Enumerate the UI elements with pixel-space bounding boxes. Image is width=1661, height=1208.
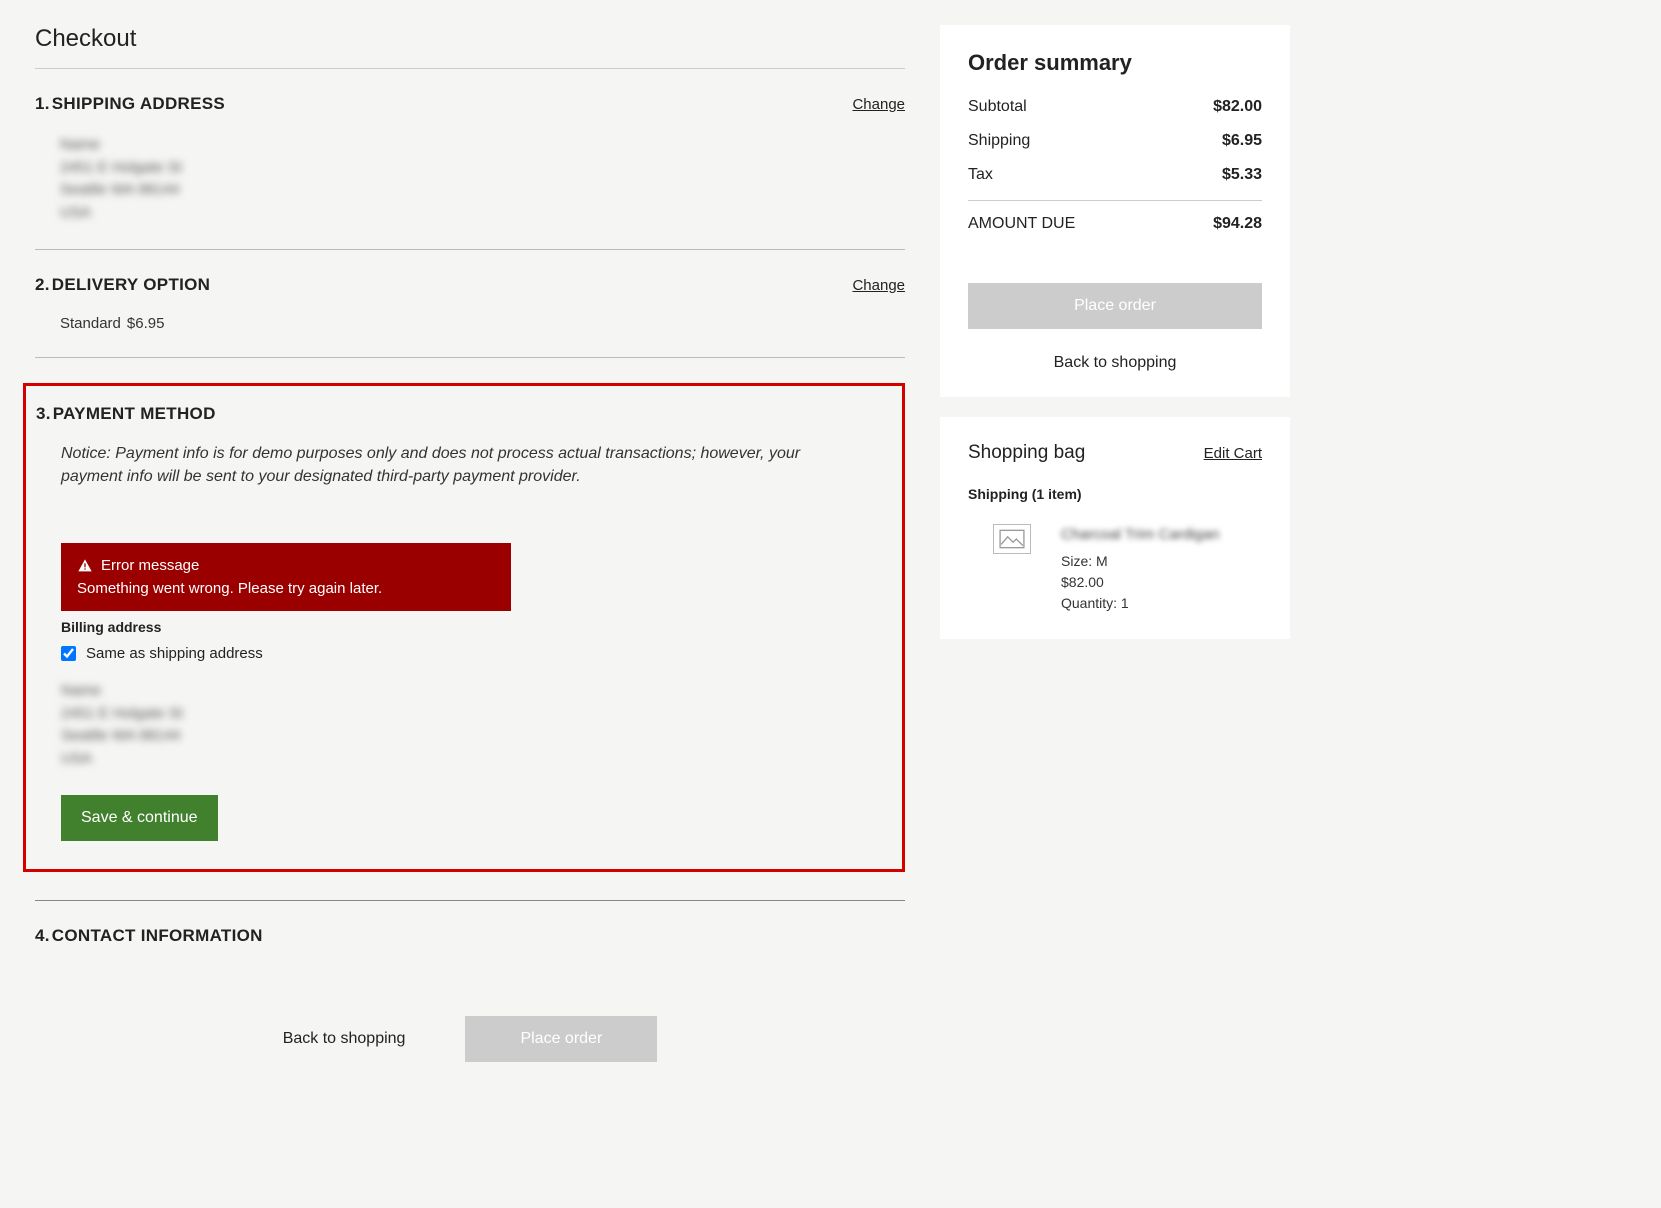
- item-thumbnail: [993, 524, 1031, 554]
- summary-divider: [968, 200, 1262, 201]
- title-divider: [35, 68, 905, 69]
- error-detail: Something went wrong. Please try again l…: [77, 580, 495, 597]
- summary-tax-row: Tax$5.33: [968, 166, 1262, 184]
- error-title: Error message: [101, 557, 199, 574]
- place-order-button-side[interactable]: Place order: [968, 283, 1262, 329]
- same-as-shipping-row[interactable]: Same as shipping address: [61, 645, 874, 662]
- payment-divider: [35, 900, 905, 901]
- change-shipping-link[interactable]: Change: [852, 96, 905, 113]
- shopping-bag-title: Shopping bag: [968, 442, 1085, 464]
- contact-title: 4.CONTACT INFORMATION: [35, 926, 263, 946]
- shopping-bag-card: Shopping bag Edit Cart Shipping (1 item)…: [940, 417, 1290, 639]
- order-summary-title: Order summary: [968, 50, 1262, 76]
- image-placeholder-icon: [999, 529, 1025, 549]
- save-continue-button[interactable]: Save & continue: [61, 795, 218, 841]
- warning-icon: [77, 558, 93, 574]
- payment-error-box: Error message Something went wrong. Plea…: [61, 543, 511, 611]
- back-to-shopping-side[interactable]: Back to shopping: [968, 354, 1262, 372]
- place-order-button-bottom[interactable]: Place order: [465, 1016, 657, 1062]
- item-name: Charcoal Trim Cardigan: [1061, 524, 1219, 547]
- bag-shipping-line: Shipping (1 item): [968, 486, 1262, 502]
- section-shipping: 1.SHIPPING ADDRESS Change Name 2451 E Ho…: [35, 94, 905, 250]
- same-as-shipping-checkbox[interactable]: [61, 646, 76, 661]
- back-to-shopping-link[interactable]: Back to shopping: [283, 1030, 406, 1048]
- bag-item: Charcoal Trim Cardigan Size: M $82.00 Qu…: [968, 524, 1262, 614]
- shipping-address-block: Name 2451 E Holgate St Seattle WA 98144 …: [60, 134, 905, 224]
- same-as-shipping-label: Same as shipping address: [86, 645, 263, 662]
- edit-cart-link[interactable]: Edit Cart: [1204, 445, 1262, 462]
- payment-notice: Notice: Payment info is for demo purpose…: [61, 442, 841, 488]
- payment-title: 3.PAYMENT METHOD: [36, 404, 216, 424]
- section-delivery: 2.DELIVERY OPTION Change Standard$6.95: [35, 275, 905, 358]
- item-qty: Quantity: 1: [1061, 593, 1219, 614]
- item-price: $82.00: [1061, 572, 1219, 593]
- section-payment: 3.PAYMENT METHOD Notice: Payment info is…: [23, 383, 905, 872]
- order-summary-card: Order summary Subtotal$82.00 Shipping$6.…: [940, 25, 1290, 397]
- item-size: Size: M: [1061, 551, 1219, 572]
- shipping-title: 1.SHIPPING ADDRESS: [35, 94, 225, 114]
- summary-total-row: AMOUNT DUE$94.28: [968, 215, 1262, 233]
- delivery-title: 2.DELIVERY OPTION: [35, 275, 210, 295]
- delivery-method: Standard$6.95: [60, 315, 905, 332]
- page-title: Checkout: [35, 25, 905, 53]
- billing-address-label: Billing address: [61, 619, 874, 635]
- bottom-actions: Back to shopping Place order: [35, 1016, 905, 1062]
- billing-address-block: Name 2451 E Holgate St Seattle WA 98144 …: [61, 680, 874, 770]
- summary-shipping-row: Shipping$6.95: [968, 132, 1262, 150]
- change-delivery-link[interactable]: Change: [852, 277, 905, 294]
- section-contact: 4.CONTACT INFORMATION: [35, 926, 905, 991]
- summary-subtotal-row: Subtotal$82.00: [968, 98, 1262, 116]
